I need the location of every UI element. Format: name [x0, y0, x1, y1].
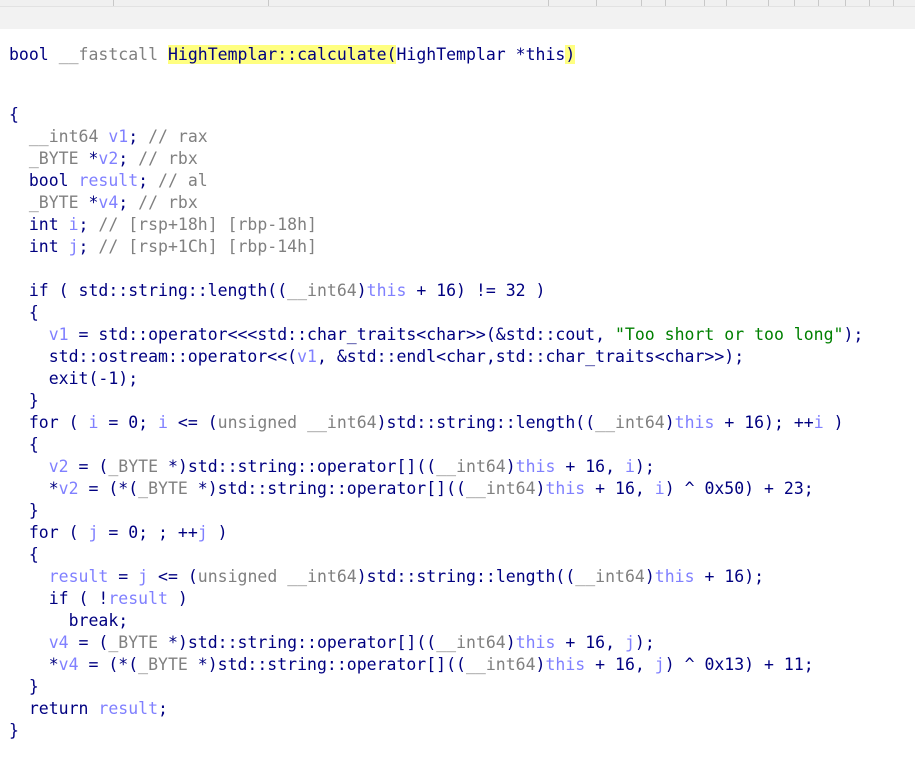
code-line[interactable]: v2 = (_BYTE *)std::string::operator[]((_…	[9, 456, 863, 478]
code-line[interactable]: if ( std::string::length((__int64)this +…	[9, 280, 863, 302]
code-line[interactable]: for ( j = 0; ; ++j )	[9, 522, 863, 544]
tab-separator	[893, 0, 894, 6]
code-line[interactable]: {	[9, 434, 863, 456]
pseudocode-view[interactable]: bool __fastcall HighTemplar::calculate(H…	[9, 6, 863, 761]
code-line[interactable]	[9, 258, 863, 280]
code-line[interactable]: _BYTE *v4; // rbx	[9, 192, 863, 214]
code-line[interactable]: }	[9, 676, 863, 698]
code-line[interactable]: int i; // [rsp+18h] [rbp-18h]	[9, 214, 863, 236]
code-line[interactable]: {	[9, 104, 863, 126]
tab-separator	[869, 0, 870, 6]
param-name[interactable]: this	[526, 45, 566, 64]
code-line[interactable]: return result;	[9, 698, 863, 720]
code-line[interactable]: *v2 = (*(_BYTE *)std::string::operator[]…	[9, 478, 863, 500]
code-line[interactable]: }	[9, 500, 863, 522]
code-line[interactable]: v4 = (_BYTE *)std::string::operator[]((_…	[9, 632, 863, 654]
code-line[interactable]: std::ostream::operator<<(v1, &std::endl<…	[9, 346, 863, 368]
code-line[interactable]: if ( !result )	[9, 588, 863, 610]
code-line[interactable]: {	[9, 544, 863, 566]
code-line[interactable]: __int64 v1; // rax	[9, 126, 863, 148]
param-type: HighTemplar *	[396, 45, 526, 64]
code-line[interactable]: _BYTE *v2; // rbx	[9, 148, 863, 170]
code-line[interactable]: result = j <= (unsigned __int64)std::str…	[9, 566, 863, 588]
code-line[interactable]: bool result; // al	[9, 170, 863, 192]
code-line[interactable]: int j; // [rsp+1Ch] [rbp-14h]	[9, 236, 863, 258]
code-line[interactable]: exit(-1);	[9, 368, 863, 390]
code-line[interactable]: for ( i = 0; i <= (unsigned __int64)std:…	[9, 412, 863, 434]
calling-convention: __fastcall	[58, 45, 159, 64]
code-line[interactable]: {	[9, 302, 863, 324]
function-name[interactable]: HighTemplar::calculate	[167, 45, 387, 64]
code-line[interactable]: break;	[9, 610, 863, 632]
code-line[interactable]: }	[9, 390, 863, 412]
function-signature[interactable]: bool __fastcall HighTemplar::calculate(H…	[9, 44, 863, 66]
paren-close: )	[565, 45, 576, 64]
code-line[interactable]: *v4 = (*(_BYTE *)std::string::operator[]…	[9, 654, 863, 676]
paren-open: (	[386, 45, 397, 64]
code-body: { __int64 v1; // rax _BYTE *v2; // rbx b…	[9, 104, 863, 742]
code-line[interactable]: }	[9, 720, 863, 742]
return-type: bool	[9, 45, 49, 64]
code-line[interactable]: v1 = std::operator<<<std::char_traits<ch…	[9, 324, 864, 346]
